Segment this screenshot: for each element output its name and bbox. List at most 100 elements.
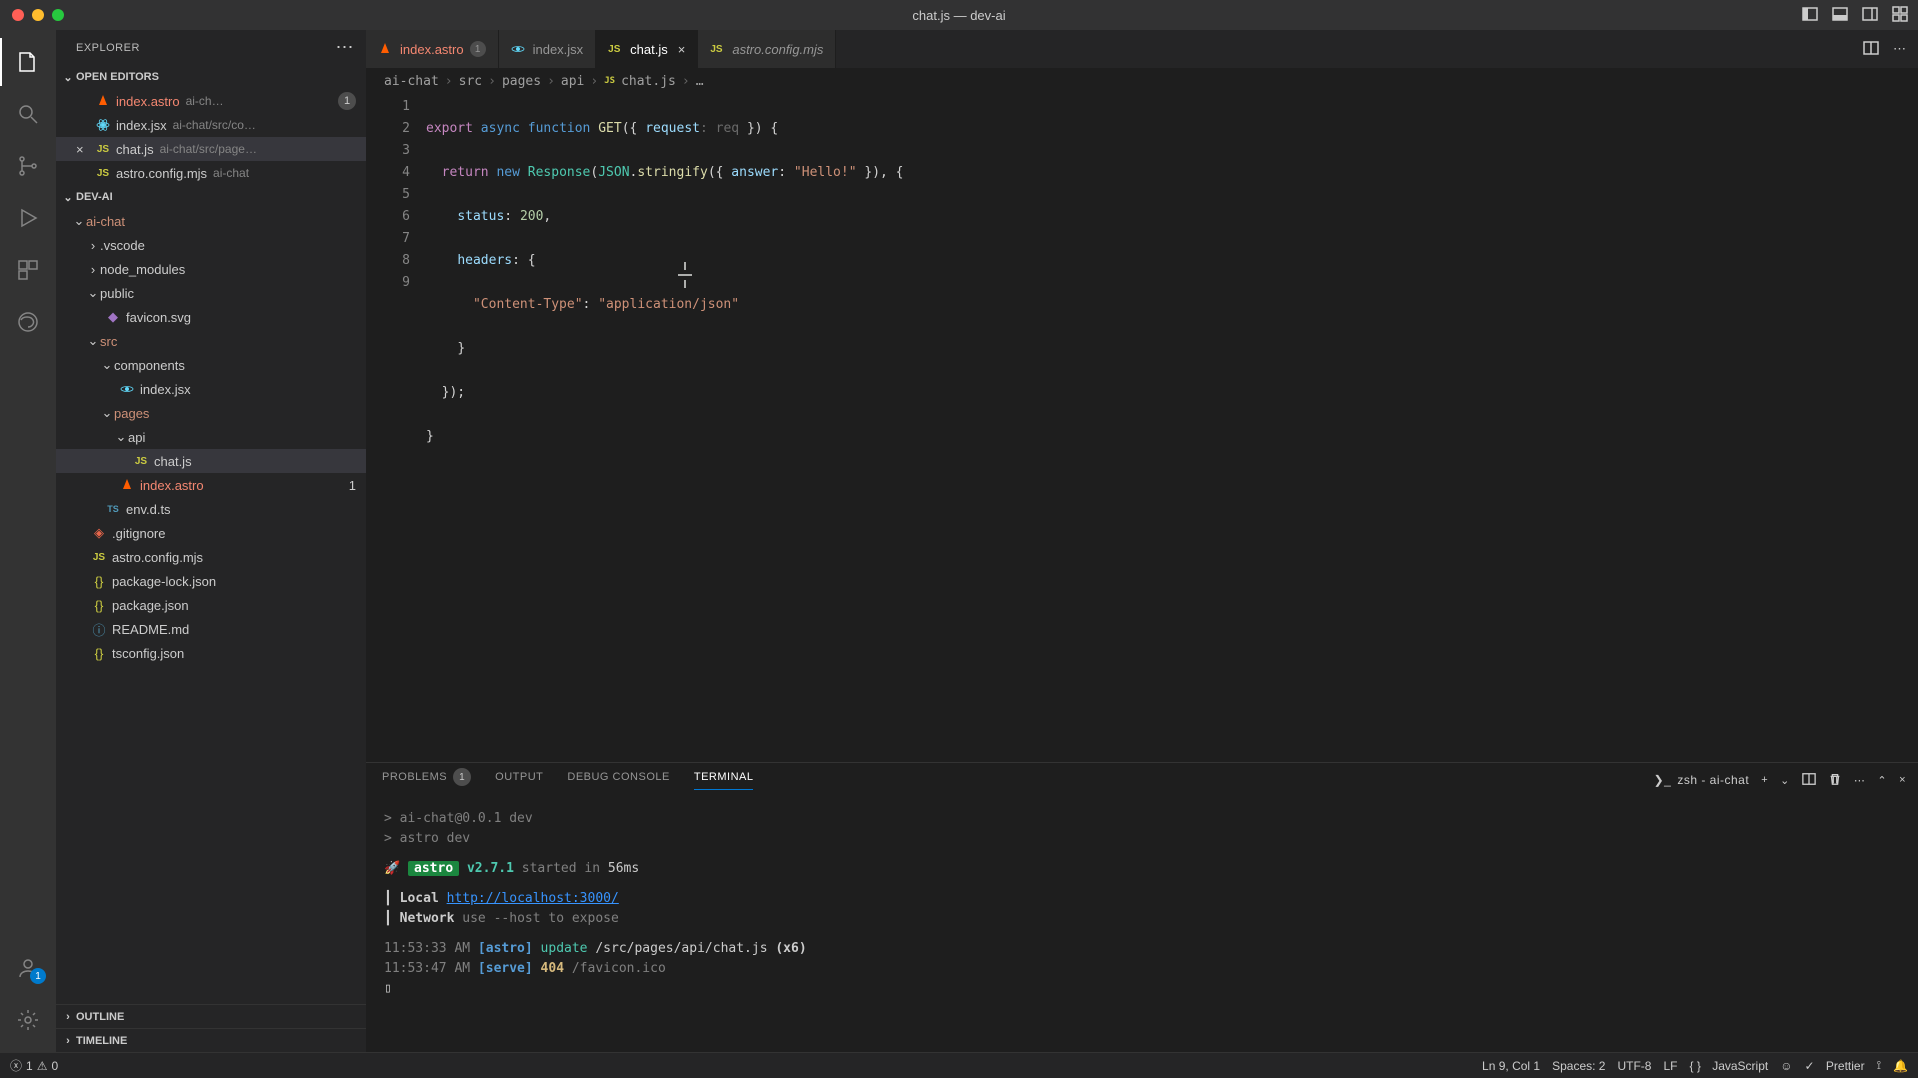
activity-search[interactable] [0,90,56,138]
problem-count-badge: 1 [338,92,356,110]
open-editors-header[interactable]: ⌄OPEN EDITORS [56,65,366,89]
explorer-more-icon[interactable]: ⋯ [336,37,355,58]
braces-icon: { } [1689,1059,1700,1073]
tab-index-jsx[interactable]: index.jsx [499,30,597,68]
js-file-icon: JS [132,456,150,467]
kill-terminal-icon[interactable] [1828,772,1842,789]
status-encoding[interactable]: UTF-8 [1617,1059,1651,1073]
file-readme[interactable]: ⓘREADME.md [56,617,366,641]
panel-bottom-icon[interactable] [1832,6,1848,25]
panel-tab-problems[interactable]: PROBLEMS1 [382,768,471,792]
file-gitignore[interactable]: ◈.gitignore [56,521,366,545]
more-actions-icon[interactable]: ⋯ [1893,41,1906,57]
activity-extensions[interactable] [0,246,56,294]
panel-tab-terminal[interactable]: TERMINAL [694,771,754,790]
folder-vscode[interactable]: ›.vscode [56,233,366,257]
activity-accounts[interactable]: 1 [0,944,56,992]
activity-explorer[interactable] [0,38,56,86]
file-astro-config[interactable]: JSastro.config.mjs [56,545,366,569]
astro-file-icon [118,478,136,492]
activity-bar: 1 [0,30,56,1052]
open-editor-item[interactable]: × index.jsx ai-chat/src/co… [56,113,366,137]
tab-index-astro[interactable]: index.astro 1 [366,30,499,68]
status-feedback-icon[interactable]: ☺ [1780,1059,1792,1073]
open-editor-item[interactable]: × JS astro.config.mjs ai-chat [56,161,366,185]
activity-source-control[interactable] [0,142,56,190]
panel-toggle-icon[interactable] [1802,6,1818,25]
code-editor[interactable]: 123456789 export async function GET({ re… [366,94,1918,762]
panel-tab-output[interactable]: OUTPUT [495,771,543,789]
breadcrumb[interactable]: ai-chat› src› pages› api› JSchat.js› … [366,68,1918,94]
folder-public[interactable]: ⌄public [56,281,366,305]
activity-settings[interactable] [0,996,56,1044]
js-file-icon: JS [94,144,112,155]
minimize-window-button[interactable] [32,9,44,21]
tab-astro-config[interactable]: JS astro.config.mjs [698,30,836,68]
file-package-json[interactable]: {}package.json [56,593,366,617]
file-index-jsx[interactable]: index.jsx [56,377,366,401]
jsx-file-icon [118,382,136,396]
status-bell-icon[interactable]: 🔔 [1893,1059,1908,1073]
close-icon[interactable]: × [76,142,92,157]
file-env-d-ts[interactable]: TSenv.d.ts [56,497,366,521]
folder-pages[interactable]: ⌄pages [56,401,366,425]
split-terminal-icon[interactable] [1802,772,1816,789]
status-errors[interactable]: ⓧ1⚠0 [10,1057,58,1074]
new-terminal-icon[interactable]: + [1761,774,1768,786]
split-editor-icon[interactable] [1863,40,1879,59]
customize-layout-icon[interactable] [1892,6,1908,25]
problems-count-badge: 1 [453,768,471,786]
tab-chat-js[interactable]: JS chat.js × [596,30,698,68]
problem-count-badge: 1 [349,478,356,493]
activity-debug[interactable] [0,194,56,242]
folder-src[interactable]: ⌄src [56,329,366,353]
status-ln-col[interactable]: Ln 9, Col 1 [1482,1059,1540,1073]
folder-components[interactable]: ⌄components [56,353,366,377]
status-prettier[interactable]: ✓ Prettier [1804,1059,1864,1073]
js-file-icon: JS [608,44,624,55]
status-spaces[interactable]: Spaces: 2 [1552,1059,1605,1073]
open-editor-item[interactable]: × JS chat.js ai-chat/src/page… [56,137,366,161]
explorer-header: EXPLORER ⋯ [56,30,366,65]
outline-header[interactable]: ›OUTLINE [56,1004,366,1028]
bottom-panel: PROBLEMS1 OUTPUT DEBUG CONSOLE TERMINAL … [366,762,1918,1052]
close-tab-icon[interactable]: × [678,42,686,57]
terminal-selector[interactable]: ❯_zsh - ai-chat [1654,773,1750,787]
astro-file-icon [94,94,112,108]
panel-right-icon[interactable] [1862,6,1878,25]
close-panel-icon[interactable]: × [1899,774,1906,786]
file-package-lock[interactable]: {}package-lock.json [56,569,366,593]
folder-api[interactable]: ⌄api [56,425,366,449]
local-url-link[interactable]: http://localhost:3000/ [447,891,619,906]
timeline-header[interactable]: ›TIMELINE [56,1028,366,1052]
status-language[interactable]: { } JavaScript [1689,1059,1768,1073]
activity-edge[interactable] [0,298,56,346]
json-file-icon: {} [90,574,108,589]
status-broadcast-icon[interactable]: ⟟ [1877,1058,1881,1073]
terminal-content[interactable]: > ai-chat@0.0.1 dev > astro dev 🚀 astro … [366,797,1918,1052]
check-icon: ✓ [1804,1059,1814,1073]
status-eol[interactable]: LF [1663,1059,1677,1073]
panel-tab-debug-console[interactable]: DEBUG CONSOLE [567,771,669,789]
project-tree-header[interactable]: ⌄DEV-AI [56,185,366,209]
folder-ai-chat[interactable]: ⌄ai-chat [56,209,366,233]
close-window-button[interactable] [12,9,24,21]
maximize-panel-icon[interactable]: ⌃ [1877,774,1887,787]
window-controls [0,9,64,21]
code-content[interactable]: export async function GET({ request: req… [426,94,1918,762]
file-index-astro[interactable]: index.astro1 [56,473,366,497]
file-favicon-svg[interactable]: ◆favicon.svg [56,305,366,329]
js-file-icon: JS [604,76,615,86]
terminal-dropdown-icon[interactable]: ⌄ [1780,774,1790,787]
line-gutter: 123456789 [366,94,426,762]
more-actions-icon[interactable]: ⋯ [1854,774,1866,787]
file-tsconfig[interactable]: {}tsconfig.json [56,641,366,665]
panel-tab-bar: PROBLEMS1 OUTPUT DEBUG CONSOLE TERMINAL … [366,763,1918,797]
title-actions [1802,6,1908,25]
file-chat-js[interactable]: JSchat.js [56,449,366,473]
tab-problem-badge: 1 [470,41,486,57]
terminal-cursor: ▯ [384,979,1900,999]
open-editor-item[interactable]: × index.astro ai-ch… 1 [56,89,366,113]
maximize-window-button[interactable] [52,9,64,21]
folder-node-modules[interactable]: ›node_modules [56,257,366,281]
